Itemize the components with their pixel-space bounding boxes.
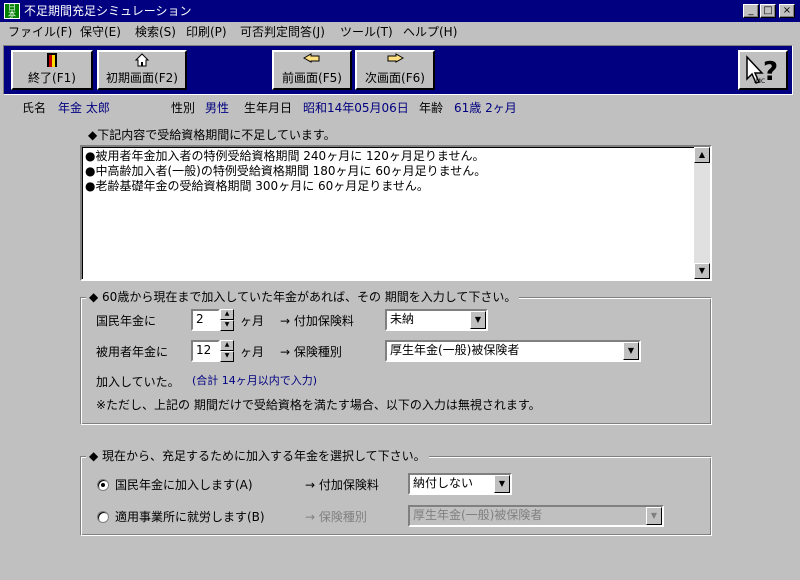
menu-help[interactable]: ヘルプ(H) [403, 24, 457, 40]
insurance-type-select[interactable]: 厚生年金(一般)被保険者 ▼ [385, 340, 641, 362]
close-button[interactable]: × [779, 4, 795, 18]
initial-screen-label: 初期画面(F2) [106, 71, 178, 85]
scroll-down-icon[interactable]: ▼ [694, 263, 710, 279]
gender-label: 性別 [171, 101, 196, 115]
shortage-line: ●老齢基礎年金の受給資格期間 300ヶ月に 60ヶ月足りません。 [85, 179, 429, 193]
opt2-type-value: 厚生年金(一般)被保険者 [413, 508, 543, 522]
dob-value: 昭和14年05月06日 [303, 101, 409, 115]
menu-search[interactable]: 検索(S) [135, 24, 176, 40]
shortage-heading: ◆下記内容で受給資格期間に不足しています。 [88, 128, 336, 142]
initial-screen-button[interactable]: 初期画面(F2) [97, 50, 187, 90]
chevron-down-icon[interactable]: ▼ [623, 342, 639, 360]
surcharge-select-value: 未納 [390, 312, 415, 326]
age-label: 年齢 [419, 101, 444, 115]
employee-months-input[interactable]: 12 [191, 340, 220, 362]
chevron-down-icon[interactable]: ▼ [470, 311, 486, 329]
menu-tools[interactable]: ツール(T) [340, 24, 393, 40]
national-months-spinner[interactable]: ▲ ▼ [220, 309, 234, 331]
chevron-down-icon[interactable]: ▼ [646, 507, 662, 525]
spin-up-icon[interactable]: ▲ [220, 309, 234, 320]
maximize-button[interactable]: □ [760, 4, 776, 18]
national-pension-radio[interactable] [97, 479, 109, 491]
hand-right-icon [357, 52, 433, 70]
prev-screen-button[interactable]: 前画面(F5) [272, 50, 352, 90]
dob-label: 生年月日 [244, 101, 293, 115]
minimize-button[interactable]: _ [743, 4, 759, 18]
age-value: 61歳 2ヶ月 [454, 101, 517, 115]
insurance-type-value: 厚生年金(一般)被保険者 [390, 343, 520, 357]
national-pension-label: 国民年金に [96, 314, 157, 328]
menu-bar: ファイル(F) 保守(E) 検索(S) 印刷(P) 可否判定問答(J) ツール(… [0, 22, 800, 42]
help-question-icon: ? IMC [740, 52, 786, 88]
shortage-message-box[interactable]: ●被用者年金加入者の特例受給資格期間 240ヶ月に 120ヶ月足りません。 ●中… [80, 145, 712, 281]
menu-file[interactable]: ファイル(F) [8, 24, 72, 40]
spin-down-icon[interactable]: ▼ [220, 320, 234, 331]
surcharge-select[interactable]: 未納 ▼ [385, 309, 488, 331]
chevron-down-icon[interactable]: ▼ [494, 475, 510, 493]
name-label: 氏名 [22, 101, 47, 115]
since60-legend: ◆ 60歳から現在まで加入していた年金があれば、その 期間を入力して下さい。 [86, 289, 520, 305]
spin-up-icon[interactable]: ▲ [220, 340, 234, 351]
joined-label: 加入していた。 [96, 375, 180, 389]
opt1-arrow-label: → 付加保険料 [305, 478, 379, 492]
exit-button[interactable]: 終了(F1) [11, 50, 93, 90]
vertical-scrollbar[interactable]: ▲ ▼ [694, 147, 710, 279]
menu-print[interactable]: 印刷(P) [186, 24, 227, 40]
name-value: 年金 太郎 [58, 101, 110, 115]
next-screen-button[interactable]: 次画面(F6) [355, 50, 435, 90]
ignore-note: ※ただし、上記の 期間だけで受給資格を満たす場合、以下の入力は無視されます。 [96, 398, 541, 412]
surcharge-arrow-label: → 付加保険料 [280, 314, 354, 328]
opt1-surcharge-value: 納付しない [413, 476, 474, 490]
window-title: 不足期間充足シミュレーション [24, 4, 192, 18]
opt2-label[interactable]: 適用事業所に就労します(B) [115, 509, 265, 525]
months-unit: ヶ月 [240, 345, 265, 359]
fill-legend: ◆ 現在から、充足するために加入する年金を選択して下さい。 [86, 448, 429, 464]
months-unit: ヶ月 [240, 314, 265, 328]
menu-eligibility[interactable]: 可否判定問答(J) [240, 24, 325, 40]
home-icon [99, 52, 185, 70]
hand-left-icon [274, 52, 350, 70]
help-button[interactable]: ? IMC [738, 50, 788, 90]
opt1-label[interactable]: 国民年金に加入します(A) [115, 477, 253, 493]
exit-label: 終了(F1) [28, 71, 76, 85]
help-logo-text: IMC [754, 78, 766, 85]
opt2-type-select[interactable]: 厚生年金(一般)被保険者 ▼ [408, 505, 664, 527]
door-icon [13, 52, 91, 70]
employee-months-spinner[interactable]: ▲ ▼ [220, 340, 234, 362]
opt1-surcharge-select[interactable]: 納付しない ▼ [408, 473, 512, 495]
prev-screen-label: 前画面(F5) [282, 71, 342, 85]
next-screen-label: 次画面(F6) [365, 71, 425, 85]
menu-maintenance[interactable]: 保守(E) [80, 24, 121, 40]
shortage-line: ●中高齢加入者(一般)の特例受給資格期間 180ヶ月に 60ヶ月足りません。 [85, 164, 487, 178]
title-bar: 日本年 不足期間充足シミュレーション _ □ × [0, 0, 800, 22]
opt2-arrow-label: → 保険種別 [305, 510, 367, 524]
svg-text:?: ? [763, 57, 778, 87]
employment-radio[interactable] [97, 511, 109, 523]
app-icon[interactable]: 日本年 [4, 3, 20, 19]
shortage-line: ●被用者年金加入者の特例受給資格期間 240ヶ月に 120ヶ月足りません。 [85, 149, 485, 163]
limit-hint: (合計 14ヶ月以内で入力) [192, 374, 318, 387]
gender-value: 男性 [205, 101, 230, 115]
scroll-up-icon[interactable]: ▲ [694, 147, 710, 163]
type-arrow-label: → 保険種別 [280, 345, 342, 359]
spin-down-icon[interactable]: ▼ [220, 351, 234, 362]
employee-pension-label: 被用者年金に [96, 345, 169, 359]
national-months-input[interactable]: 2 [191, 309, 220, 331]
toolbar: 終了(F1) 初期画面(F2) 前画面(F5) 次画面(F6) ? IMC [3, 45, 793, 95]
